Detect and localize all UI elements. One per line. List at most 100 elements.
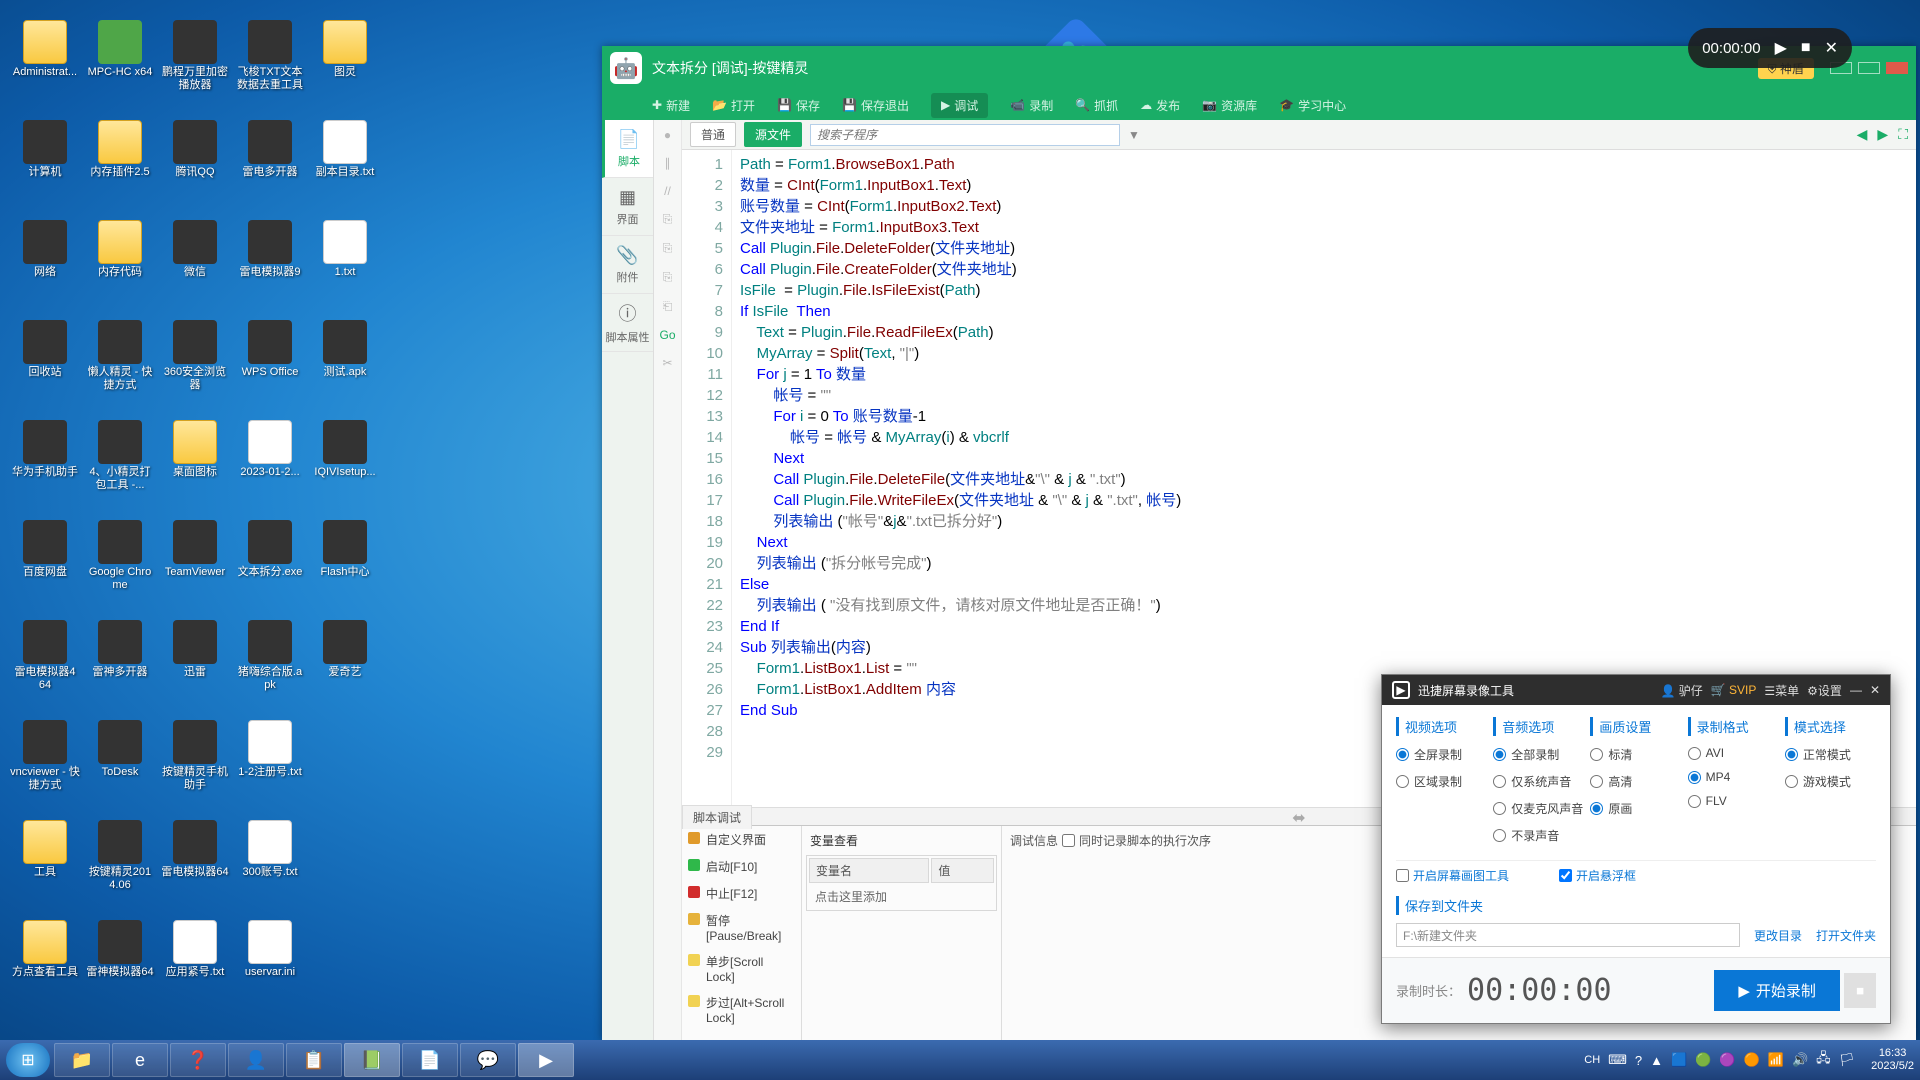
tray-i4[interactable]: 🟠	[1744, 1052, 1760, 1068]
desktop-icon[interactable]: 测试.apk	[310, 320, 380, 379]
start-record-button[interactable]: ▶ 开始录制	[1714, 970, 1840, 1011]
chk-floatbox[interactable]: 开启悬浮框	[1559, 867, 1636, 884]
tb-learn[interactable]: 🎓 学习中心	[1279, 97, 1346, 114]
desktop-icon[interactable]: IQIVIsetup...	[310, 420, 380, 479]
save-path-input[interactable]	[1396, 923, 1740, 947]
tray-i5[interactable]: 📶	[1768, 1052, 1784, 1068]
desktop-icon[interactable]: 1-2注册号.txt	[235, 720, 305, 779]
opt-region[interactable]: 区域录制	[1396, 773, 1487, 790]
opt-audio-all[interactable]: 全部录制	[1493, 746, 1584, 763]
tray-up-icon[interactable]: ▲	[1650, 1053, 1663, 1068]
opt-audio-sys[interactable]: 仅系统声音	[1493, 773, 1584, 790]
tb-publish[interactable]: ☁ 发布	[1140, 97, 1180, 114]
tray-help-icon[interactable]: ?	[1635, 1053, 1642, 1068]
tb-ie[interactable]: e	[112, 1043, 168, 1077]
desktop-icon[interactable]: 迅雷	[160, 620, 230, 679]
desktop-icon[interactable]: ToDesk	[85, 720, 155, 779]
tb-record[interactable]: 📹 录制	[1010, 97, 1053, 114]
float-recorder[interactable]: 00:00:00 ▶ ■ ✕	[1688, 28, 1852, 68]
change-dir-link[interactable]: 更改目录	[1754, 927, 1802, 944]
desktop-icon[interactable]: 雷电模拟器9	[235, 220, 305, 279]
nav-next-icon[interactable]: ▶	[1877, 126, 1888, 143]
float-close-icon[interactable]: ✕	[1825, 38, 1838, 58]
tray-flag-icon[interactable]: 🏳	[1839, 1052, 1856, 1068]
tb-app4[interactable]: 📄	[402, 1043, 458, 1077]
desktop-icon[interactable]: MPC-HC x64	[85, 20, 155, 79]
desktop-icon[interactable]: Flash中心	[310, 520, 380, 579]
desktop-icon[interactable]: 雷电多开器	[235, 120, 305, 179]
tray-keyboard-icon[interactable]: ⌨	[1608, 1052, 1627, 1068]
close-button[interactable]	[1886, 62, 1908, 74]
desktop-icon[interactable]: 1.txt	[310, 220, 380, 279]
recorder-min-icon[interactable]: —	[1850, 683, 1862, 697]
desktop-icon[interactable]: TeamViewer	[160, 520, 230, 579]
side-tab-ui[interactable]: ▦界面	[602, 178, 653, 236]
desktop-icon[interactable]: 按键精灵2014.06	[85, 820, 155, 892]
tb-recorder[interactable]: ▶	[518, 1043, 574, 1077]
desktop-icon[interactable]: vncviewer - 快捷方式	[10, 720, 80, 792]
desktop-icon[interactable]: Google Chrome	[85, 520, 155, 592]
recorder-svip[interactable]: 🛒 SVIP	[1711, 683, 1757, 697]
opt-f-flv[interactable]: FLV	[1688, 794, 1779, 808]
desktop-icon[interactable]: 计算机	[10, 120, 80, 179]
tray-clock[interactable]: 16:33 2023/5/2	[1871, 1047, 1914, 1073]
tray-i1[interactable]: 🟦	[1671, 1052, 1687, 1068]
desktop-icon[interactable]: 网络	[10, 220, 80, 279]
desktop-icon[interactable]: 2023-01-2...	[235, 420, 305, 479]
desktop-icon[interactable]: 300账号.txt	[235, 820, 305, 879]
tb-app3[interactable]: 📗	[344, 1043, 400, 1077]
desktop-icon[interactable]: 飞梭TXT文本数据去重工具	[235, 20, 305, 92]
tray-net-icon[interactable]: 🖧	[1816, 1049, 1831, 1071]
desktop-icon[interactable]: 鹏程万里加密播放器	[160, 20, 230, 92]
desktop-icon[interactable]: 雷电模拟器64	[160, 820, 230, 879]
search-subroutine[interactable]	[810, 124, 1120, 146]
desktop-icon[interactable]: 懒人精灵 - 快捷方式	[85, 320, 155, 392]
tb-help[interactable]: ❓	[170, 1043, 226, 1077]
stop-record-button[interactable]: ■	[1844, 973, 1876, 1008]
desktop-icon[interactable]: 雷电模拟器4 64	[10, 620, 80, 692]
maximize-button[interactable]	[1858, 62, 1880, 74]
desktop-icon[interactable]: 工具	[10, 820, 80, 879]
desktop-icon[interactable]: 方点查看工具	[10, 920, 80, 979]
desktop-icon[interactable]: 图灵	[310, 20, 380, 79]
side-tab-attach[interactable]: 📎附件	[602, 236, 653, 294]
exec-step[interactable]: 单步[Scroll Lock]	[682, 948, 801, 989]
open-folder-link[interactable]: 打开文件夹	[1816, 927, 1876, 944]
desktop-icon[interactable]: 微信	[160, 220, 230, 279]
float-play-icon[interactable]: ▶	[1775, 38, 1787, 58]
desktop-icon[interactable]: 雷神模拟器64	[85, 920, 155, 979]
desktop-icon[interactable]: 百度网盘	[10, 520, 80, 579]
chk-drawtool[interactable]: 开启屏幕画图工具	[1396, 867, 1509, 884]
tb-open[interactable]: 📂 打开	[712, 97, 755, 114]
opt-q-hd[interactable]: 高清	[1590, 773, 1681, 790]
desktop-icon[interactable]: 内存插件2.5	[85, 120, 155, 179]
desktop-icon[interactable]: 华为手机助手	[10, 420, 80, 479]
exec-pause[interactable]: 暂停[Pause/Break]	[682, 907, 801, 948]
tb-save[interactable]: 💾 保存	[777, 97, 820, 114]
opt-q-sd[interactable]: 标清	[1590, 746, 1681, 763]
side-tab-props[interactable]: ⓘ脚本属性	[602, 294, 653, 352]
tray-i2[interactable]: 🟢	[1695, 1052, 1711, 1068]
opt-f-avi[interactable]: AVI	[1688, 746, 1779, 760]
desktop-icon[interactable]: 雷神多开器	[85, 620, 155, 679]
exec-customui[interactable]: 自定义界面	[682, 826, 801, 853]
add-var-hint[interactable]: 点击这里添加	[809, 885, 994, 908]
desktop-icon[interactable]: 副本目录.txt	[310, 120, 380, 179]
opt-f-mp4[interactable]: MP4	[1688, 770, 1779, 784]
nav-expand-icon[interactable]: ⛶	[1898, 126, 1908, 143]
desktop-icon[interactable]: 应用紧号.txt	[160, 920, 230, 979]
side-tab-script[interactable]: 📄脚本	[602, 120, 653, 178]
recorder-user[interactable]: 👤 驴仔	[1660, 682, 1702, 699]
tray-lang[interactable]: CH	[1584, 1054, 1600, 1066]
opt-q-orig[interactable]: 原画	[1590, 800, 1681, 817]
tb-explorer[interactable]: 📁	[54, 1043, 110, 1077]
exec-stop[interactable]: 中止[F12]	[682, 880, 801, 907]
desktop-icon[interactable]: 按键精灵手机助手	[160, 720, 230, 792]
tb-resource[interactable]: 📷 资源库	[1202, 97, 1257, 114]
desktop-icon[interactable]: 桌面图标	[160, 420, 230, 479]
float-stop-icon[interactable]: ■	[1801, 39, 1811, 57]
tb-wechat[interactable]: 💬	[460, 1043, 516, 1077]
desktop-icon[interactable]: 腾讯QQ	[160, 120, 230, 179]
recorder-close-icon[interactable]: ✕	[1870, 683, 1880, 697]
desktop-icon[interactable]: 爱奇艺	[310, 620, 380, 679]
